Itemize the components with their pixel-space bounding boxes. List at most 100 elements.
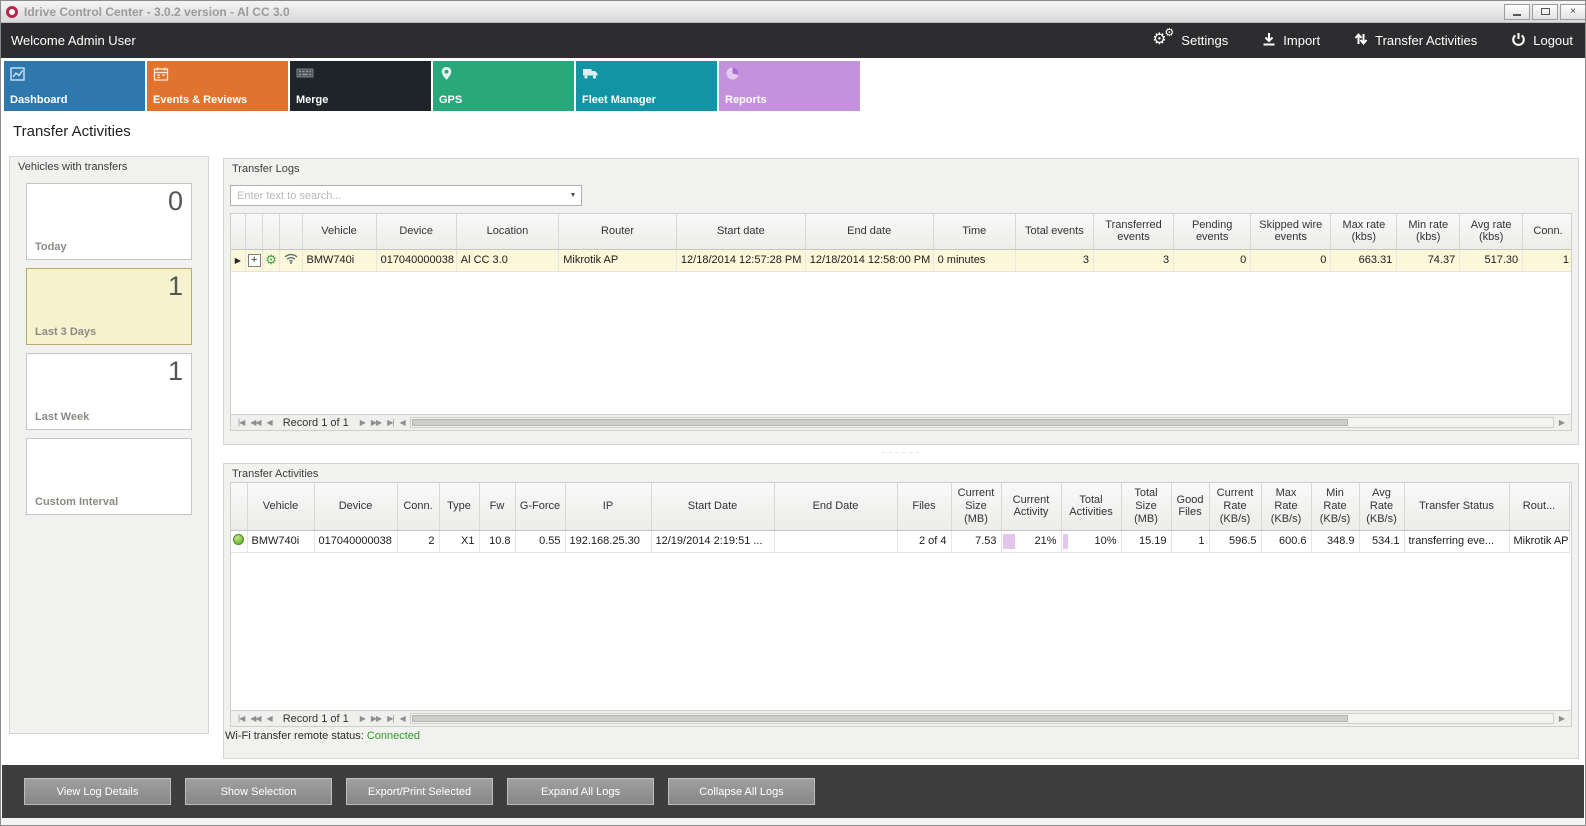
next-page-button[interactable]: ▶▶ <box>368 418 384 427</box>
scrollbar-thumb[interactable] <box>412 715 1349 722</box>
column-header[interactable]: Time <box>933 214 1015 249</box>
column-header[interactable]: Vehicle <box>247 483 314 530</box>
card-last-week[interactable]: 1 Last Week <box>26 353 192 430</box>
column-header[interactable]: Vehicle <box>302 214 376 249</box>
column-header[interactable]: Max rate (kbs) <box>1331 214 1397 249</box>
last-record-button[interactable]: ▶| <box>384 714 396 723</box>
search-combo[interactable]: ▼ <box>230 185 582 206</box>
collapse-all-logs-button[interactable]: Collapse All Logs <box>668 778 815 805</box>
panel-splitter[interactable]: · · · · · · <box>223 448 1579 460</box>
tile-fleet-manager[interactable]: Fleet Manager <box>576 61 717 111</box>
expand-row-button[interactable]: + <box>248 254 261 267</box>
column-header[interactable]: Min Rate (KB/s) <box>1311 483 1359 530</box>
scroll-left-button[interactable]: ◀ <box>396 418 407 427</box>
cell-transfer-status: transferring eve... <box>1404 530 1509 552</box>
tile-events-reviews[interactable]: Events & Reviews <box>147 61 288 111</box>
transfer-activities-button[interactable]: Transfer Activities <box>1354 32 1477 49</box>
column-header[interactable]: Skipped wire events <box>1251 214 1331 249</box>
column-header[interactable]: Current Size (MB) <box>951 483 1001 530</box>
column-header[interactable]: Rout... <box>1509 483 1569 530</box>
column-header[interactable]: Conn. <box>397 483 439 530</box>
import-button[interactable]: Import <box>1262 32 1320 49</box>
prev-page-button[interactable]: ◀◀ <box>247 418 263 427</box>
close-button[interactable]: × <box>1560 4 1586 20</box>
prev-record-button[interactable]: ◀ <box>264 714 275 723</box>
settings-button[interactable]: ⚙ ⚙ Settings <box>1152 31 1228 51</box>
cell-device: 017040000038 <box>376 249 456 271</box>
view-log-details-button[interactable]: View Log Details <box>24 778 171 805</box>
cell-start-date: 12/18/2014 12:57:28 PM <box>676 249 805 271</box>
scroll-right-button[interactable]: ▶ <box>1556 418 1567 427</box>
horizontal-scrollbar[interactable] <box>410 713 1554 724</box>
bottom-strip <box>2 818 1584 826</box>
column-header[interactable]: Start date <box>676 214 805 249</box>
horizontal-scrollbar[interactable] <box>410 417 1554 428</box>
next-page-button[interactable]: ▶▶ <box>368 714 384 723</box>
column-header[interactable]: Location <box>456 214 558 249</box>
transfer-activity-row[interactable]: BMW740i 017040000038 2 X1 10.8 0.55 192.… <box>231 530 1569 552</box>
column-header[interactable]: End Date <box>774 483 897 530</box>
show-selection-button[interactable]: Show Selection <box>185 778 332 805</box>
prev-page-button[interactable]: ◀◀ <box>247 714 263 723</box>
logs-pager: |◀ ◀◀ ◀ Record 1 of 1 ▶ ▶▶ ▶| ◀ ▶ <box>230 414 1572 431</box>
column-header[interactable]: Pending events <box>1174 214 1251 249</box>
card-today[interactable]: 0 Today <box>26 183 192 260</box>
search-input[interactable] <box>231 190 565 202</box>
tile-reports[interactable]: Reports <box>719 61 860 111</box>
scroll-left-button[interactable]: ◀ <box>396 714 407 723</box>
gear-icon: ⚙ <box>1164 28 1174 39</box>
column-header[interactable]: Current Activity <box>1001 483 1061 530</box>
column-header[interactable]: Avg Rate (KB/s) <box>1359 483 1404 530</box>
cell-type: X1 <box>439 530 479 552</box>
next-record-button[interactable]: ▶ <box>357 714 368 723</box>
cell-current-size: 7.53 <box>951 530 1001 552</box>
cell-avg-rate: 534.1 <box>1359 530 1404 552</box>
next-record-button[interactable]: ▶ <box>357 418 368 427</box>
column-header[interactable]: Files <box>897 483 951 530</box>
column-header[interactable]: Max Rate (KB/s) <box>1261 483 1311 530</box>
column-header[interactable]: End date <box>805 214 933 249</box>
first-record-button[interactable]: |◀ <box>235 418 247 427</box>
column-header[interactable]: Total Activities <box>1061 483 1121 530</box>
tile-dashboard[interactable]: Dashboard <box>4 61 145 111</box>
column-header[interactable]: Device <box>314 483 397 530</box>
column-header[interactable]: Avg rate (kbs) <box>1460 214 1523 249</box>
column-header[interactable]: Fw <box>479 483 515 530</box>
expand-all-logs-button[interactable]: Expand All Logs <box>507 778 654 805</box>
logout-button[interactable]: Logout <box>1511 32 1573 50</box>
cell-conn: 2 <box>397 530 439 552</box>
column-header[interactable]: Total events <box>1015 214 1093 249</box>
card-custom-interval[interactable]: Custom Interval <box>26 438 192 515</box>
column-header[interactable]: Router <box>559 214 677 249</box>
column-header[interactable]: G-Force <box>515 483 565 530</box>
scrollbar-thumb[interactable] <box>412 419 1349 426</box>
transfer-log-row[interactable]: ▶ + ⚙ BMW740i 017040000038 Al CC 3.0 Mik… <box>231 249 1572 271</box>
minimize-button[interactable] <box>1504 4 1530 20</box>
column-header[interactable]: Total Size (MB) <box>1121 483 1171 530</box>
nav-tiles: Dashboard Events & Reviews Merge GPS Fle… <box>4 61 860 111</box>
card-last-3-days[interactable]: 1 Last 3 Days <box>26 268 192 345</box>
maximize-icon <box>1541 8 1550 15</box>
import-icon <box>1262 32 1276 49</box>
column-header[interactable]: Good Files <box>1171 483 1209 530</box>
scroll-right-button[interactable]: ▶ <box>1556 714 1567 723</box>
column-header[interactable]: Conn. <box>1523 214 1572 249</box>
last-record-button[interactable]: ▶| <box>384 418 396 427</box>
column-header[interactable]: Start Date <box>651 483 774 530</box>
column-header[interactable]: Type <box>439 483 479 530</box>
cell-router: Mikrotik AP <box>1509 530 1569 552</box>
maximize-button[interactable] <box>1532 4 1558 20</box>
column-header[interactable]: Transferred events <box>1093 214 1173 249</box>
first-record-button[interactable]: |◀ <box>235 714 247 723</box>
column-header[interactable]: Current Rate (KB/s) <box>1209 483 1261 530</box>
dropdown-arrow-icon[interactable]: ▼ <box>565 192 581 199</box>
column-header[interactable]: Device <box>376 214 456 249</box>
column-header[interactable]: Min rate (kbs) <box>1397 214 1460 249</box>
prev-record-button[interactable]: ◀ <box>264 418 275 427</box>
column-header[interactable]: IP <box>565 483 651 530</box>
logs-toolbar: ▼ <box>224 177 1578 213</box>
column-header[interactable]: Transfer Status <box>1404 483 1509 530</box>
export-print-selected-button[interactable]: Export/Print Selected <box>346 778 493 805</box>
tile-gps[interactable]: GPS <box>433 61 574 111</box>
tile-merge[interactable]: Merge <box>290 61 431 111</box>
